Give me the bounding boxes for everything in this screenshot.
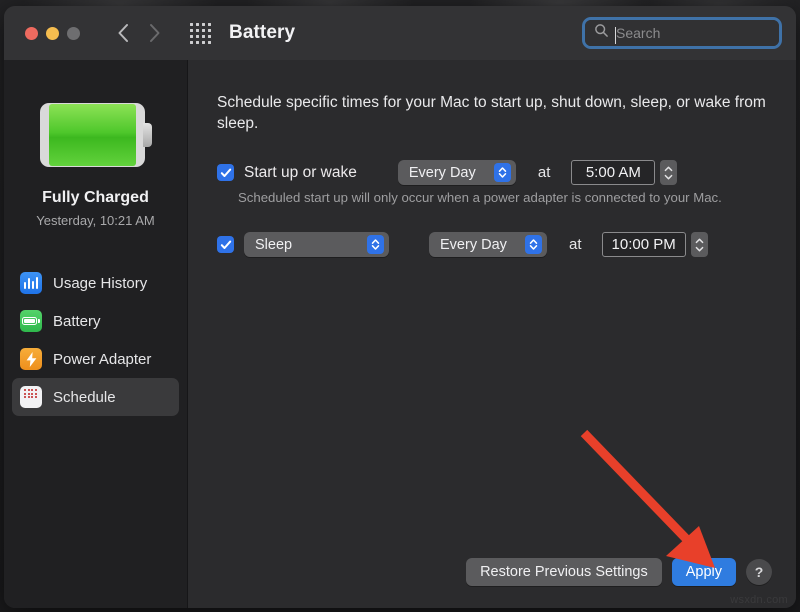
chevron-up-down-icon: [367, 235, 384, 254]
forward-chevron-icon[interactable]: [142, 20, 168, 46]
chevron-up-down-icon: [525, 235, 542, 254]
search-field[interactable]: [582, 17, 782, 49]
search-text-caret: [615, 27, 616, 44]
search-input[interactable]: [616, 25, 766, 41]
help-button[interactable]: ?: [746, 559, 772, 585]
startup-day-value: Every Day: [409, 165, 476, 181]
startup-day-select[interactable]: Every Day: [398, 160, 516, 185]
usage-history-icon: [20, 272, 42, 294]
sleep-day-value: Every Day: [440, 237, 507, 253]
navigation-buttons: [110, 20, 168, 46]
page-title: Battery: [229, 22, 295, 44]
intro-description: Schedule specific times for your Mac to …: [217, 92, 777, 134]
system-preferences-window: Battery Fully Charged: [4, 6, 796, 608]
sleep-action-value: Sleep: [255, 237, 292, 253]
sleep-row: Sleep Every Day at 10:00: [217, 232, 708, 257]
sleep-checkbox[interactable]: [217, 236, 234, 253]
show-all-grid-icon[interactable]: [190, 23, 211, 44]
schedule-icon: [20, 386, 42, 408]
chevron-up-down-icon: [494, 163, 511, 182]
back-chevron-icon[interactable]: [110, 20, 136, 46]
window-titlebar: Battery: [4, 6, 796, 60]
sleep-action-select[interactable]: Sleep: [244, 232, 389, 257]
battery-icon: [20, 310, 42, 332]
sleep-at-label: at: [569, 236, 582, 253]
sidebar-item-usage-history[interactable]: Usage History: [12, 264, 179, 302]
restore-previous-settings-button[interactable]: Restore Previous Settings: [466, 558, 662, 586]
sleep-time-field[interactable]: 10:00 PM: [602, 232, 686, 257]
minimize-button[interactable]: [46, 27, 59, 40]
battery-status-hero: Fully Charged Yesterday, 10:21 AM: [4, 60, 187, 228]
sidebar-item-power-adapter[interactable]: Power Adapter: [12, 340, 179, 378]
battery-full-icon: [40, 103, 152, 167]
sleep-day-select[interactable]: Every Day: [429, 232, 547, 257]
sleep-time-stepper[interactable]: [691, 232, 708, 257]
battery-status-title: Fully Charged: [4, 189, 187, 207]
main-content: Schedule specific times for your Mac to …: [188, 60, 796, 608]
sidebar-item-schedule[interactable]: Schedule: [12, 378, 179, 416]
startup-row: Start up or wake Every Day at 5:00 AM: [217, 160, 677, 185]
sidebar-item-label: Schedule: [53, 389, 116, 406]
search-icon: [594, 23, 609, 43]
startup-label: Start up or wake: [244, 164, 357, 182]
sidebar: Fully Charged Yesterday, 10:21 AM Usage …: [4, 60, 187, 608]
traffic-light-group: [25, 27, 80, 40]
battery-status-subtitle: Yesterday, 10:21 AM: [4, 213, 187, 228]
startup-time-stepper[interactable]: [660, 160, 677, 185]
sidebar-list: Usage History Battery Power Adapter: [4, 264, 187, 416]
startup-at-label: at: [538, 164, 551, 181]
sidebar-item-label: Usage History: [53, 275, 147, 292]
sidebar-item-label: Power Adapter: [53, 351, 151, 368]
sidebar-item-label: Battery: [53, 313, 101, 330]
startup-time-field[interactable]: 5:00 AM: [571, 160, 655, 185]
sidebar-item-battery[interactable]: Battery: [12, 302, 179, 340]
startup-note: Scheduled start up will only occur when …: [238, 190, 722, 205]
footer-button-row: Restore Previous Settings Apply ?: [466, 558, 772, 586]
power-adapter-icon: [20, 348, 42, 370]
apply-button[interactable]: Apply: [672, 558, 736, 586]
watermark: wsxdn.com: [730, 594, 788, 606]
zoom-button[interactable]: [67, 27, 80, 40]
close-button[interactable]: [25, 27, 38, 40]
startup-checkbox[interactable]: [217, 164, 234, 181]
